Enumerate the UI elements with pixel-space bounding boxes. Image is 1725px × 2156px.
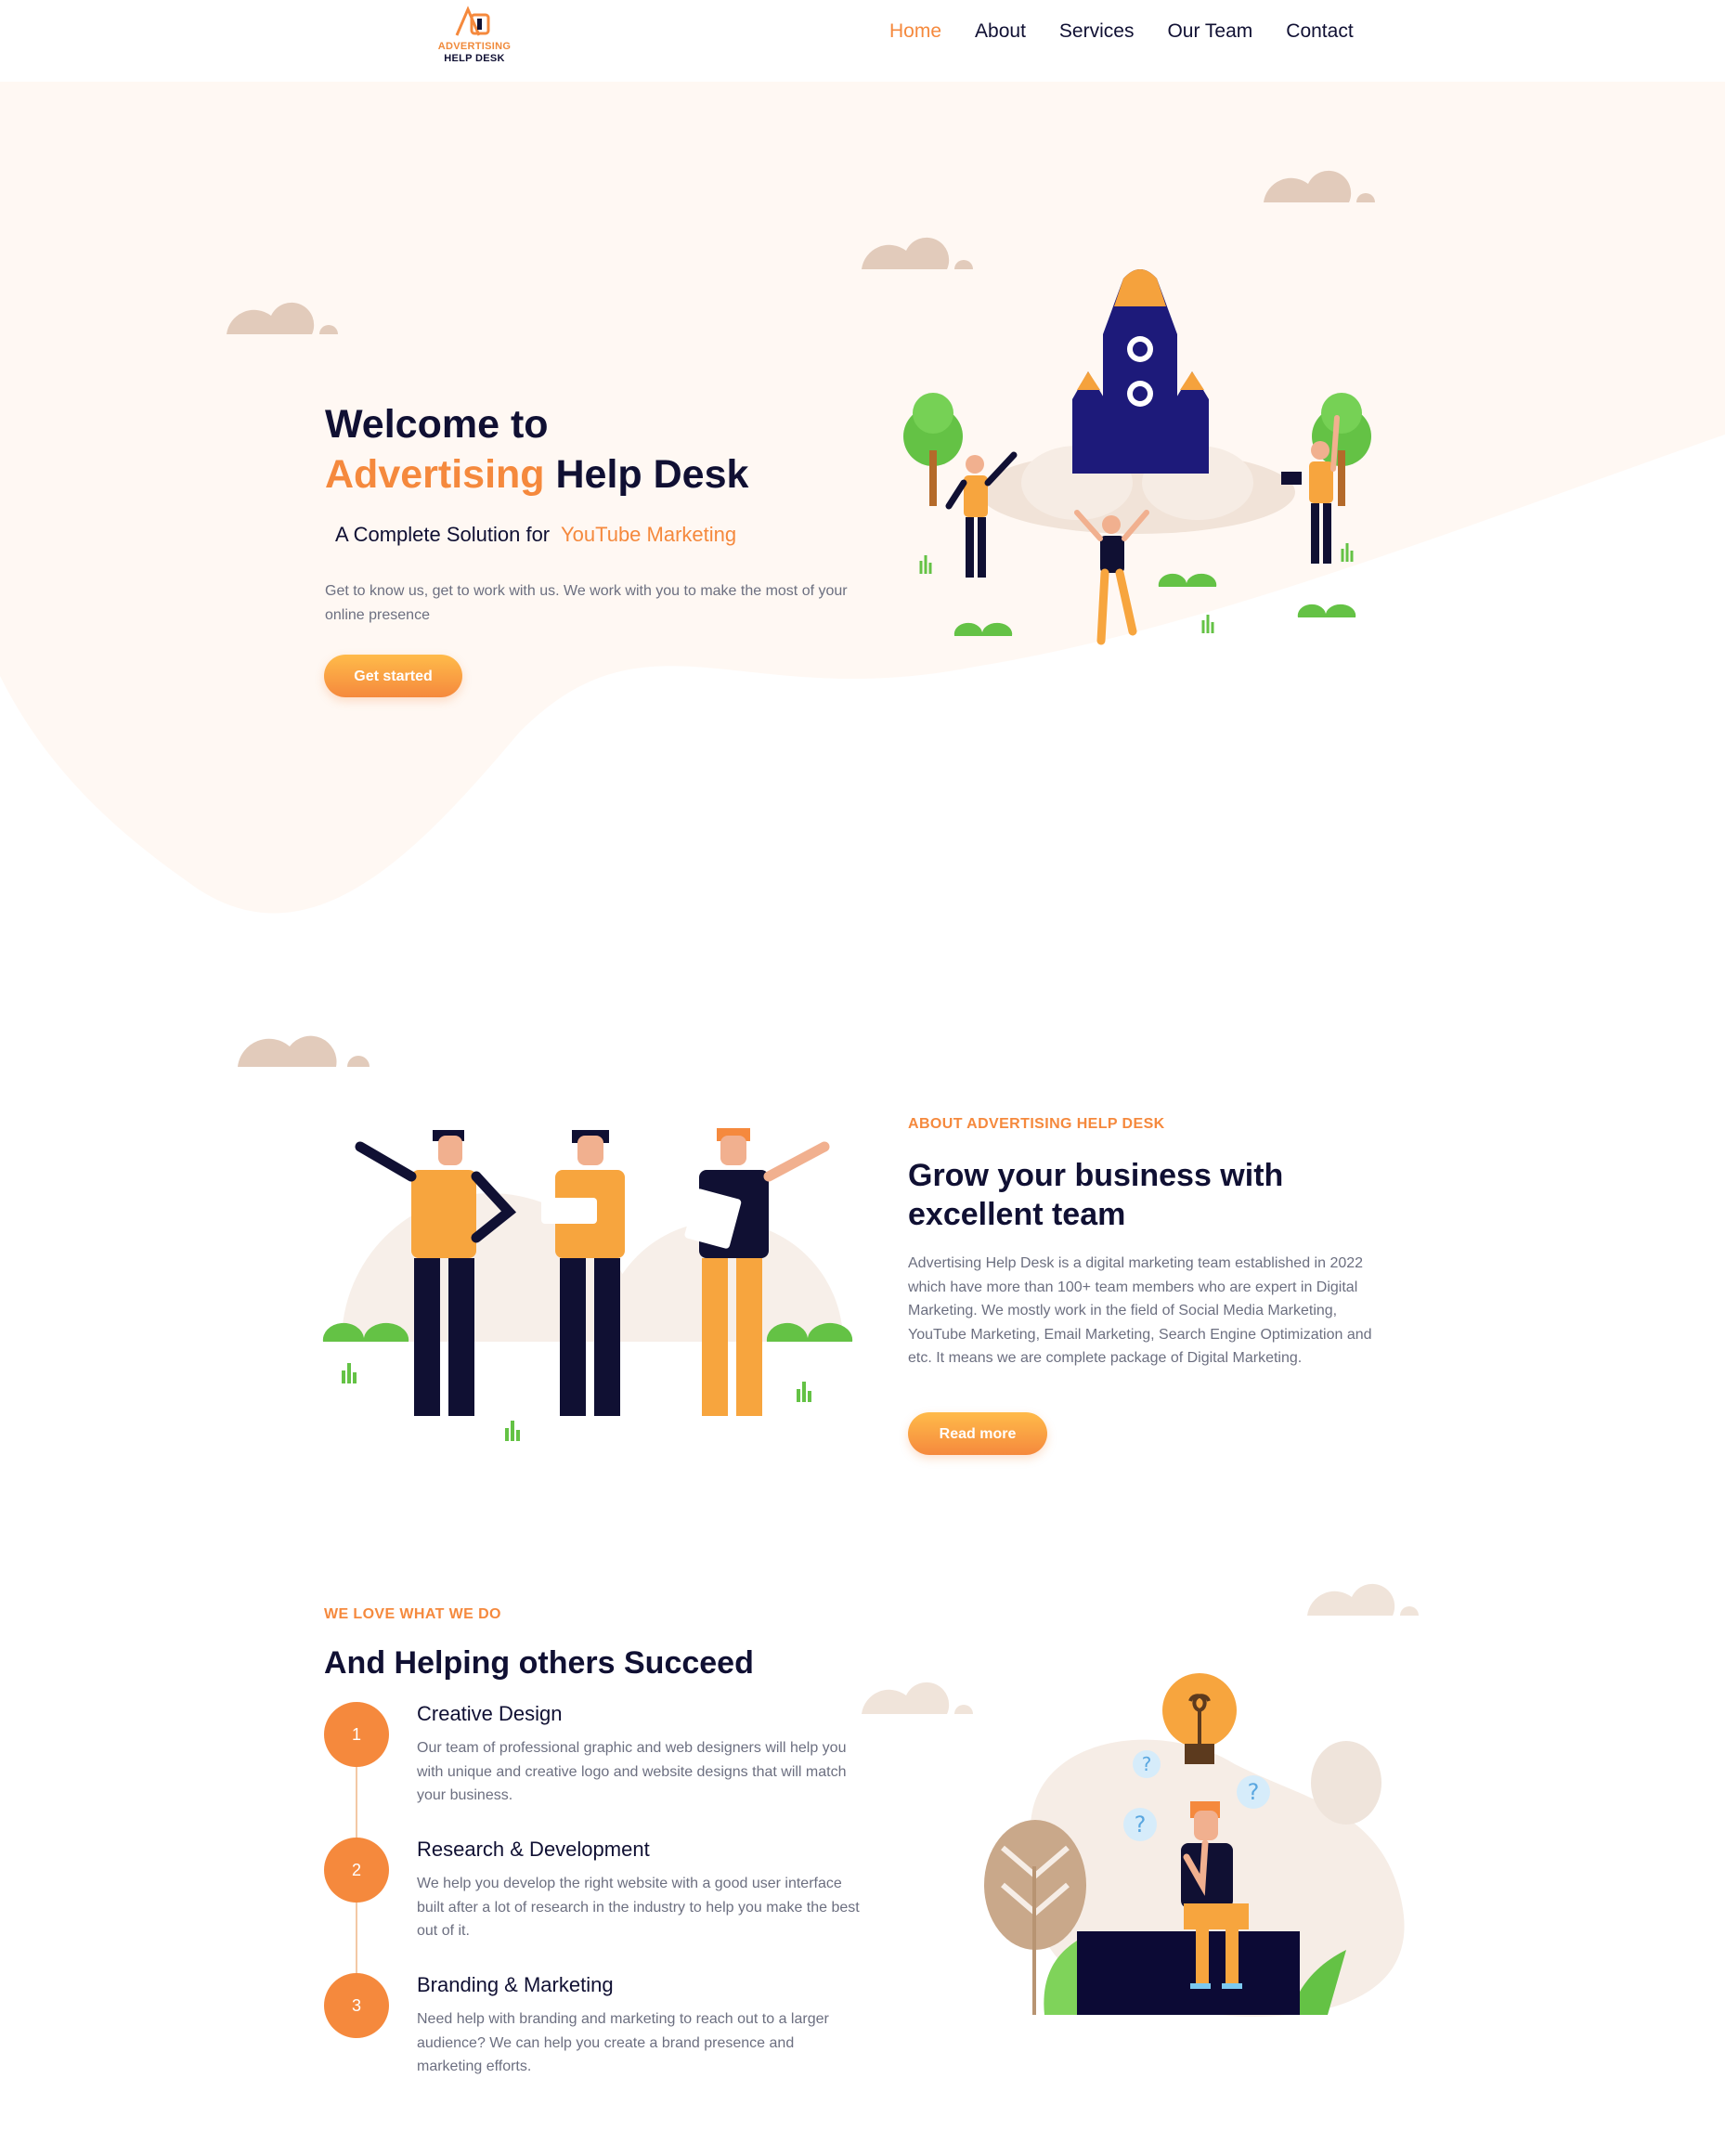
get-started-button[interactable]: Get started — [324, 655, 462, 697]
step-number: 1 — [324, 1702, 389, 1767]
cloud-icon — [862, 1682, 973, 1714]
nav-services[interactable]: Services — [1059, 20, 1135, 43]
step-title: Branding & Marketing — [417, 1973, 614, 1996]
step-number: 3 — [324, 1973, 389, 2038]
about-title: Grow your business with excellent team — [908, 1158, 1284, 1232]
about-eyebrow: ABOUT ADVERTISING HELP DESK — [908, 1116, 1165, 1132]
step-number: 2 — [324, 1838, 389, 1903]
hero-title: Welcome to Advertising Help Desk — [325, 399, 748, 500]
nav-contact[interactable]: Contact — [1286, 20, 1353, 43]
hero-description: Get to know us, get to work with us. We … — [325, 583, 848, 623]
brand-logo[interactable]: ADVERTISING HELP DESK — [433, 6, 516, 64]
cloud-icon — [238, 1035, 370, 1067]
rocket-launch-illustration — [903, 269, 1371, 645]
team-illustration — [322, 1128, 853, 1441]
step-description: Our team of professional graphic and web… — [417, 1740, 847, 1804]
logo-mark-icon — [455, 6, 490, 36]
nav-about[interactable]: About — [975, 20, 1026, 43]
cloud-icon — [1264, 170, 1375, 202]
step-description: We help you develop the right website wi… — [417, 1876, 860, 1940]
hero-subtitle: A Complete Solution for YouTube Marketin… — [335, 523, 736, 547]
hero-subtitle-prefix: A Complete Solution for — [335, 523, 551, 546]
services-eyebrow: WE LOVE WHAT WE DO — [324, 1606, 501, 1622]
brand-line2: HELP DESK — [444, 53, 505, 64]
hero-subtitle-accent: YouTube Marketing — [560, 523, 737, 546]
cloud-icon — [1307, 1583, 1419, 1616]
read-more-button[interactable]: Read more — [908, 1412, 1047, 1455]
services-title: And Helping others Succeed — [324, 1645, 754, 1681]
nav-our-team[interactable]: Our Team — [1167, 20, 1252, 43]
nav-home[interactable]: Home — [889, 20, 941, 43]
step-title: Creative Design — [417, 1702, 563, 1725]
main-nav: Home About Services Our Team Contact — [889, 20, 1354, 43]
step-title: Research & Development — [417, 1838, 650, 1861]
brand-line1: ADVERTISING — [437, 41, 512, 52]
hero-title-accent: Advertising — [325, 452, 545, 497]
step-description: Need help with branding and marketing to… — [417, 2011, 829, 2075]
hero-title-line1: Welcome to — [325, 402, 549, 447]
svg-text:?: ? — [1248, 1779, 1260, 1805]
site-header: ADVERTISING HELP DESK Home About Service… — [0, 0, 1725, 82]
hero-background-wave — [0, 82, 1725, 914]
svg-text:?: ? — [1142, 1753, 1152, 1775]
hero-title-line2: Advertising Help Desk — [325, 449, 748, 500]
about-description: Advertising Help Desk is a digital marke… — [908, 1255, 1372, 1367]
hero-title-rest: Help Desk — [555, 452, 749, 497]
cloud-icon — [227, 302, 338, 334]
thinking-person-illustration: ? ? ? — [984, 1673, 1405, 2017]
svg-text:?: ? — [1135, 1812, 1147, 1838]
